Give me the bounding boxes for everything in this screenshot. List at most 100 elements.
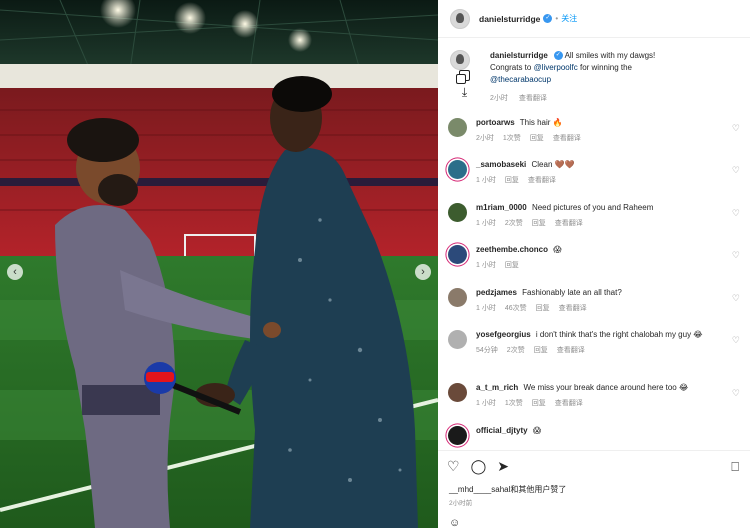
comment-icon[interactable]: ◯ — [471, 459, 487, 473]
comment-text: Clean 🤎🤎 — [531, 160, 575, 169]
avatar[interactable] — [448, 383, 467, 402]
comment-likes[interactable]: 2次赞 — [507, 347, 525, 354]
translate-link[interactable]: 查看翻译 — [553, 135, 581, 142]
next-arrow-icon[interactable]: › — [415, 264, 431, 280]
comment-time: 1 小时 — [476, 220, 496, 227]
action-bar: ♡ ◯ ➤ ⎕ __mhd____sahal和其他用户赞了 2小时前 ☺ — [438, 450, 750, 528]
separator-dot: • — [555, 14, 559, 23]
heart-icon[interactable]: ♡ — [732, 123, 740, 134]
reply-button[interactable]: 回复 — [532, 400, 546, 407]
translate-link[interactable]: 查看翻译 — [555, 220, 583, 227]
comment-meta: 2小时 1次赞 回复 查看翻译 — [476, 133, 726, 145]
bookmark-icon[interactable]: ⎕ — [731, 459, 739, 475]
comment-text: i don't think that's the right chalobah … — [535, 330, 703, 339]
caption-avatar[interactable] — [450, 50, 470, 70]
comment-meta: 1 小时 回复 查看翻译 — [476, 175, 726, 187]
list-item: yosefgeorgius i don't think that's the r… — [448, 329, 746, 357]
comment-text: Fashionably late an all that? — [522, 288, 622, 297]
side-icons: ⤓ — [456, 70, 473, 104]
reply-button[interactable]: 回复 — [536, 305, 550, 312]
comment-username[interactable]: m1riam_0000 — [476, 203, 527, 212]
post-caption: danielsturridge ✓ All smiles with my dawg… — [450, 50, 740, 105]
post-time: 2小时前 — [449, 500, 473, 507]
avatar[interactable] — [448, 118, 467, 137]
caption-text-1: All smiles with my dawgs! — [564, 51, 656, 60]
comment-time: 1 小时 — [476, 177, 496, 184]
translate-link[interactable]: 查看翻译 — [559, 305, 587, 312]
caption-username[interactable]: danielsturridge — [490, 51, 548, 60]
heart-icon[interactable]: ♡ — [447, 459, 460, 473]
heart-icon[interactable]: ♡ — [732, 293, 740, 304]
caption-text-2: Congrats to — [490, 63, 532, 72]
download-icon[interactable]: ⤓ — [459, 86, 470, 98]
avatar[interactable] — [448, 426, 467, 445]
comment-time: 1 小时 — [476, 400, 496, 407]
comment-username[interactable]: _samobaseki — [476, 160, 526, 169]
heart-icon[interactable]: ♡ — [732, 208, 740, 219]
comment-text: 😱 — [532, 426, 542, 435]
avatar[interactable] — [448, 330, 467, 349]
comment-meta: 1 小时 2次赞 回复 查看翻译 — [476, 218, 726, 230]
list-item: m1riam_0000 Need pictures of you and Rah… — [448, 202, 746, 230]
list-item: official_djtyty 😱 — [448, 425, 746, 445]
translate-link[interactable]: 查看翻译 — [528, 177, 556, 184]
mention-link[interactable]: @liverpoolfc — [534, 63, 578, 72]
list-item: pedzjames Fashionably late an all that? 1… — [448, 287, 746, 315]
avatar[interactable] — [448, 203, 467, 222]
post-photo: ‹ › — [0, 0, 438, 528]
comment-likes[interactable]: 1次赞 — [505, 400, 523, 407]
reply-button[interactable]: 回复 — [530, 135, 544, 142]
comment-text: Need pictures of you and Raheem — [531, 203, 654, 212]
verified-badge-icon: ✓ — [543, 14, 553, 23]
comment-likes[interactable]: 1次赞 — [503, 135, 521, 142]
comment-meta: 54分钟 2次赞 回复 查看翻译 — [476, 345, 726, 357]
heart-icon[interactable]: ♡ — [732, 335, 740, 346]
reply-button[interactable]: 回复 — [534, 347, 548, 354]
share-icon[interactable]: ➤ — [497, 459, 509, 473]
copy-icon[interactable] — [456, 70, 470, 84]
caption-time: 2小时 — [490, 95, 508, 102]
translate-link[interactable]: 查看翻译 — [557, 347, 585, 354]
heart-icon[interactable]: ♡ — [732, 250, 740, 261]
comment-time: 1 小时 — [476, 305, 496, 312]
list-item: zeethembe.chonco 😱 1 小时 回复 ♡ — [448, 244, 746, 272]
translate-link[interactable]: 查看翻译 — [555, 400, 583, 407]
verified-badge-icon: ✓ — [553, 51, 563, 61]
header-username[interactable]: danielsturridge — [479, 14, 540, 24]
comment-username[interactable]: yosefgeorgius — [476, 330, 531, 339]
comment-meta: 1 小时 46次赞 回复 查看翻译 — [476, 303, 726, 315]
heart-icon[interactable]: ♡ — [732, 165, 740, 176]
post-header: danielsturridge ✓ • 关注 — [438, 0, 750, 38]
comment-text: We miss your break dance around here too… — [523, 383, 689, 392]
comment-text: 😱 — [553, 245, 562, 254]
comment-username[interactable]: official_djtyty — [476, 426, 528, 435]
avatar[interactable] — [448, 288, 467, 307]
list-item: _samobaseki Clean 🤎🤎 1 小时 回复 查看翻译 ♡ — [448, 159, 746, 187]
avatar[interactable] — [448, 245, 467, 264]
comment-username[interactable]: portoarws — [476, 118, 515, 127]
comment-meta: 1 小时 回复 — [476, 260, 726, 272]
avatar[interactable] — [448, 160, 467, 179]
comment-username[interactable]: zeethembe.chonco — [476, 245, 548, 254]
reply-button[interactable]: 回复 — [532, 220, 546, 227]
comment-time: 1 小时 — [476, 262, 496, 269]
comment-likes[interactable]: 46次赞 — [505, 305, 527, 312]
comment-time: 2小时 — [476, 135, 494, 142]
reply-button[interactable]: 回复 — [505, 262, 519, 269]
translate-link[interactable]: 查看翻译 — [519, 95, 547, 102]
comment-username[interactable]: pedzjames — [476, 288, 517, 297]
avatar[interactable] — [450, 8, 470, 29]
prev-arrow-icon[interactable]: ‹ — [7, 264, 23, 280]
heart-icon[interactable]: ♡ — [732, 388, 740, 399]
follow-button[interactable]: 关注 — [561, 13, 577, 24]
post-panel: danielsturridge ✓ • 关注 danielsturridge ✓ … — [438, 0, 750, 528]
mention-link[interactable]: @thecarabaocup — [490, 75, 551, 84]
emoji-icon[interactable]: ☺ — [449, 517, 460, 528]
comment-time: 54分钟 — [476, 347, 498, 354]
list-item: a_t_m_rich We miss your break dance arou… — [448, 382, 746, 410]
comment-meta: 1 小时 1次赞 回复 查看翻译 — [476, 398, 726, 410]
comment-username[interactable]: a_t_m_rich — [476, 383, 518, 392]
likes-summary[interactable]: __mhd____sahal和其他用户赞了 — [449, 484, 566, 495]
reply-button[interactable]: 回复 — [505, 177, 519, 184]
comment-likes[interactable]: 2次赞 — [505, 220, 523, 227]
